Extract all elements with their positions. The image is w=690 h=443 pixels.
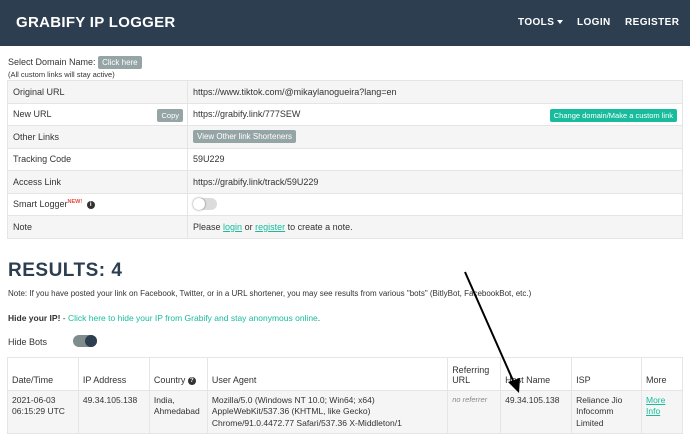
- row-new-url: New URL Copy https://grabify.link/777SEW…: [7, 102, 683, 126]
- results-header-row: Date/Time IP Address Country ? User Agen…: [7, 357, 683, 391]
- note-or: or: [244, 221, 253, 232]
- hide-ip-link[interactable]: Click here to hide your IP from Grabify …: [68, 313, 318, 323]
- hide-ip-end: .: [317, 313, 321, 323]
- col-more: More: [641, 357, 683, 391]
- cell-isp: Reliance Jio Infocomm Limited: [571, 389, 642, 435]
- cell-user-agent: Mozilla/5.0 (Windows NT 10.0; Win64; x64…: [206, 389, 449, 435]
- domain-note: (All custom links will stay active): [8, 70, 115, 79]
- domain-select-row: Select Domain Name: Click here: [8, 56, 142, 69]
- change-domain-button[interactable]: Change domain/Make a custom link: [549, 108, 677, 122]
- cell-ip: 49.34.105.138: [77, 389, 150, 435]
- note-login-link[interactable]: login: [223, 222, 242, 232]
- row-access-link: Access Link https://grabify.link/track/5…: [7, 170, 683, 194]
- toggle-knob: [85, 335, 97, 347]
- note-label: Note: [7, 215, 188, 239]
- hide-ip-dash: -: [60, 313, 68, 323]
- nav-login-link[interactable]: LOGIN: [577, 17, 611, 28]
- copy-button[interactable]: Copy: [157, 108, 183, 122]
- col-user-agent: User Agent: [206, 357, 449, 391]
- new-url-cell: New URL Copy: [7, 102, 188, 126]
- col-ip-address: IP Address: [77, 357, 150, 391]
- hide-ip-row: Hide your IP! - Click here to hide your …: [8, 313, 320, 323]
- tracking-code-value: 59U229: [187, 147, 683, 171]
- note-register-link[interactable]: register: [255, 222, 285, 232]
- domain-select-label: Select Domain Name:: [8, 56, 96, 67]
- nav-tools-dropdown[interactable]: TOOLS: [518, 17, 564, 28]
- other-links-cell: View Other link Shorteners: [187, 125, 683, 149]
- nav-register-link[interactable]: REGISTER: [625, 17, 679, 28]
- hide-bots-toggle[interactable]: [73, 335, 97, 347]
- link-info-table: Original URL https://www.tiktok.com/@mik…: [7, 80, 683, 239]
- row-note: Note Please login or register to create …: [7, 215, 683, 239]
- original-url-label: Original URL: [7, 80, 188, 104]
- row-tracking-code: Tracking Code 59U229: [7, 147, 683, 171]
- nav-tools-label: TOOLS: [518, 17, 555, 28]
- brand-logo[interactable]: GRABIFY IP LOGGER: [16, 14, 176, 31]
- domain-click-here-button[interactable]: Click here: [98, 56, 142, 69]
- cell-host-name: 49.34.105.138: [500, 389, 573, 435]
- access-link-value[interactable]: https://grabify.link/track/59U229: [187, 170, 683, 194]
- smart-logger-cell: Smart LoggerNEW! i: [7, 192, 188, 216]
- cell-referring-url: no referrer: [447, 389, 502, 435]
- note-rest: to create a note.: [287, 221, 353, 232]
- other-links-label: Other Links: [7, 125, 188, 149]
- navbar: GRABIFY IP LOGGER TOOLS LOGIN REGISTER: [0, 0, 690, 46]
- hide-ip-bold: Hide your IP!: [8, 313, 61, 323]
- info-icon[interactable]: i: [86, 200, 95, 209]
- col-isp: ISP: [571, 357, 642, 391]
- col-host-name: Host Name: [500, 357, 573, 391]
- cell-datetime: 2021-06-03 06:15:29 UTC: [7, 389, 79, 435]
- smart-logger-toggle[interactable]: [193, 198, 217, 211]
- cell-more: More Info: [641, 389, 683, 435]
- caret-down-icon: [557, 20, 564, 25]
- original-url-value: https://www.tiktok.com/@mikaylanogueira?…: [187, 80, 683, 104]
- question-icon[interactable]: ?: [187, 376, 196, 385]
- col-country: Country ?: [148, 357, 208, 391]
- cell-country: India, Ahmedabad: [148, 389, 208, 435]
- access-link-label: Access Link: [7, 170, 188, 194]
- smart-logger-toggle-cell: [187, 192, 683, 216]
- hide-bots-label: Hide Bots: [8, 337, 48, 347]
- results-bot-note: Note: If you have posted your link on Fa…: [8, 289, 532, 298]
- toggle-knob: [193, 198, 205, 211]
- results-title: RESULTS: 4: [8, 260, 123, 281]
- tracking-code-label: Tracking Code: [7, 147, 188, 171]
- more-info-link[interactable]: More Info: [646, 395, 665, 416]
- col-country-label: Country: [153, 375, 186, 385]
- smart-logger-label: Smart Logger: [13, 199, 68, 210]
- results-table: Date/Time IP Address Country ? User Agen…: [7, 357, 683, 435]
- row-original-url: Original URL https://www.tiktok.com/@mik…: [7, 80, 683, 104]
- view-other-shorteners-button[interactable]: View Other link Shorteners: [193, 130, 297, 144]
- col-referring-url: Referring URL: [447, 357, 502, 391]
- new-url-label: New URL: [13, 109, 52, 120]
- new-url-value: https://grabify.link/777SEW: [193, 109, 301, 120]
- row-smart-logger: Smart LoggerNEW! i: [7, 192, 683, 216]
- new-badge: NEW!: [67, 199, 83, 206]
- note-cell: Please login or register to create a not…: [187, 215, 683, 239]
- col-datetime: Date/Time: [7, 357, 79, 391]
- row-other-links: Other Links View Other link Shorteners: [7, 125, 683, 149]
- note-please: Please: [193, 221, 221, 232]
- new-url-cell-value: https://grabify.link/777SEW Change domai…: [187, 102, 683, 126]
- table-row: 2021-06-03 06:15:29 UTC 49.34.105.138 In…: [7, 389, 683, 435]
